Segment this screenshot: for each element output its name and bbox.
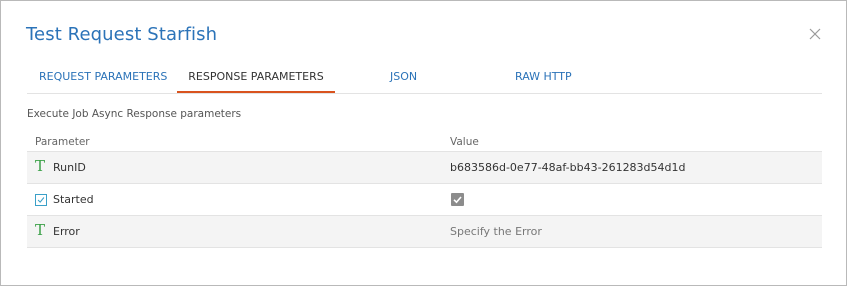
table-header: Parameter Value <box>27 135 822 152</box>
text-type-icon: T <box>35 157 46 175</box>
started-value-checkbox[interactable] <box>451 193 464 206</box>
table-row: T RunID b683586d-0e77-48af-bb43-261283d5… <box>27 152 822 184</box>
column-header-parameter: Parameter <box>35 136 90 148</box>
tab-bar: REQUEST PARAMETERS RESPONSE PARAMETERS J… <box>27 61 822 94</box>
error-value-input[interactable]: Specify the Error <box>450 225 542 238</box>
section-subtitle: Execute Job Async Response parameters <box>27 108 242 120</box>
text-type-icon: T <box>35 221 46 239</box>
table-row: Started <box>27 184 822 216</box>
parameter-name: Started <box>53 193 94 206</box>
table-row: T Error Specify the Error <box>27 216 822 248</box>
test-request-dialog: Test Request Starfish REQUEST PARAMETERS… <box>0 0 847 286</box>
tab-response-parameters[interactable]: RESPONSE PARAMETERS <box>177 61 335 93</box>
tab-request-parameters[interactable]: REQUEST PARAMETERS <box>39 61 167 92</box>
close-icon[interactable] <box>808 27 822 41</box>
parameters-table: Parameter Value T RunID b683586d-0e77-48… <box>27 135 822 248</box>
parameter-value[interactable]: b683586d-0e77-48af-bb43-261283d54d1d <box>450 161 686 174</box>
tab-json[interactable]: JSON <box>390 61 417 92</box>
dialog-title: Test Request Starfish <box>26 24 218 45</box>
parameter-name: Error <box>53 225 80 238</box>
parameter-name: RunID <box>53 161 86 174</box>
boolean-type-icon <box>35 194 47 206</box>
column-header-value: Value <box>450 136 479 148</box>
tab-raw-http[interactable]: RAW HTTP <box>515 61 572 92</box>
